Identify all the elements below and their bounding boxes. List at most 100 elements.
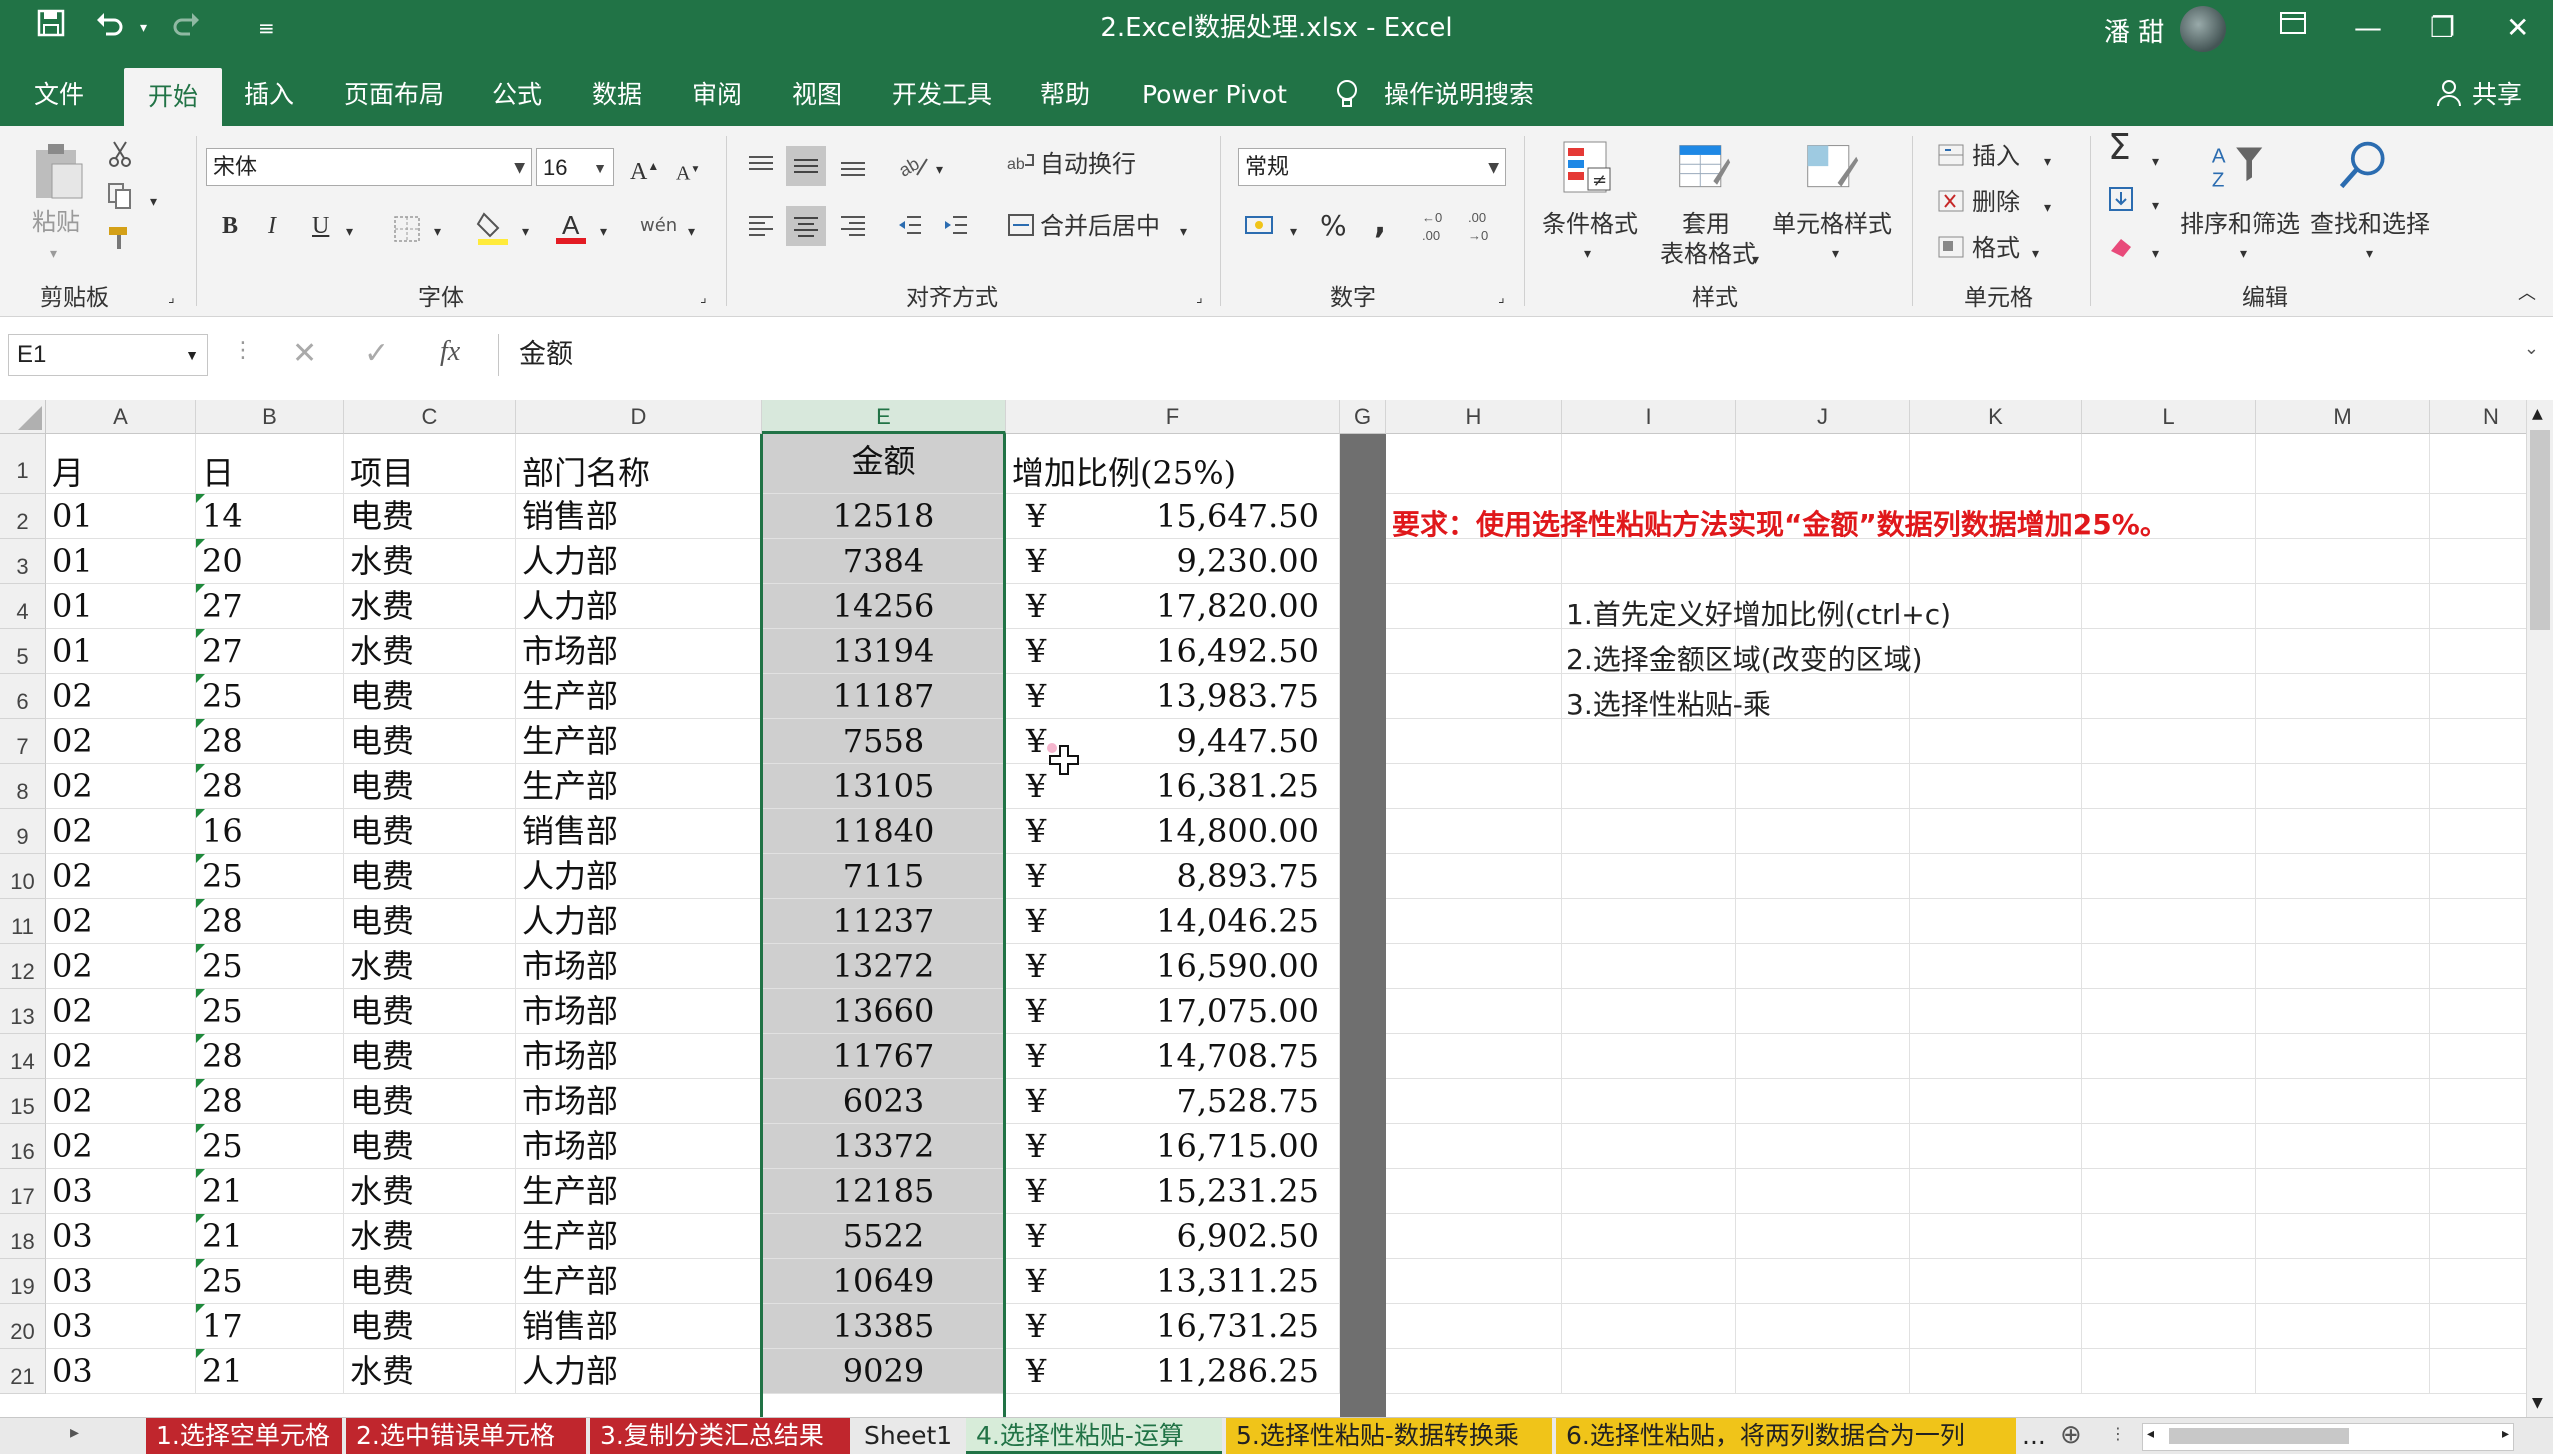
cell-i[interactable]	[1562, 1169, 1736, 1214]
cell-d[interactable]: 市场部	[516, 1034, 762, 1079]
insert-cells-icon[interactable]	[1936, 140, 1966, 170]
cell-d[interactable]: 人力部	[516, 899, 762, 944]
header-cell-e[interactable]: 金额	[762, 434, 1006, 494]
cell-f[interactable]: ¥17,820.00	[1006, 584, 1340, 629]
cell-l[interactable]	[2082, 989, 2256, 1034]
find-select-button[interactable]: 查找和选择	[2310, 208, 2430, 240]
vertical-scrollbar[interactable]: ▲ ▼	[2526, 400, 2553, 1417]
orientation-dropdown-icon[interactable]: ▾	[936, 154, 943, 186]
user-name[interactable]: 潘 甜	[2104, 12, 2164, 49]
cell-b[interactable]: 28	[196, 1079, 344, 1124]
cell-i[interactable]	[1562, 809, 1736, 854]
cell-b[interactable]: 21	[196, 1349, 344, 1394]
cell-f[interactable]: ¥7,528.75	[1006, 1079, 1340, 1124]
cell-k[interactable]	[1910, 629, 2082, 674]
sheet-tab[interactable]: Sheet1	[854, 1418, 962, 1454]
cell-m[interactable]	[2256, 674, 2430, 719]
tab-power-pivot[interactable]: Power Pivot	[1142, 78, 1287, 112]
cell-h[interactable]	[1386, 1124, 1562, 1169]
format-cells-icon[interactable]	[1936, 232, 1966, 262]
increase-decimal-icon[interactable]: ←0.00	[1418, 208, 1454, 244]
cell-j[interactable]	[1736, 539, 1910, 584]
copy-icon[interactable]	[106, 182, 134, 210]
cell-j[interactable]	[1736, 1349, 1910, 1394]
cell-c[interactable]: 水费	[344, 1169, 516, 1214]
cell-b[interactable]: 25	[196, 989, 344, 1034]
cell-e[interactable]: 6023	[762, 1079, 1006, 1124]
clear-icon[interactable]	[2106, 232, 2136, 262]
row-header[interactable]: 16	[0, 1124, 46, 1169]
italic-button[interactable]: I	[268, 210, 276, 242]
cell-d[interactable]: 销售部	[516, 1304, 762, 1349]
cell-h[interactable]	[1386, 809, 1562, 854]
cell-a[interactable]: 02	[46, 674, 196, 719]
row-header[interactable]: 7	[0, 719, 46, 764]
cell-f[interactable]: ¥16,731.25	[1006, 1304, 1340, 1349]
cell-l[interactable]	[2082, 899, 2256, 944]
cell-k[interactable]	[1910, 719, 2082, 764]
cell-k[interactable]	[1910, 1079, 2082, 1124]
scroll-up-icon[interactable]: ▲	[2532, 406, 2543, 422]
cell-d[interactable]: 销售部	[516, 809, 762, 854]
borders-dropdown-icon[interactable]: ▾	[434, 216, 441, 248]
cell-e[interactable]: 11237	[762, 899, 1006, 944]
cell-j[interactable]	[1736, 1304, 1910, 1349]
cell-c[interactable]: 电费	[344, 1079, 516, 1124]
cell-e[interactable]: 12518	[762, 494, 1006, 539]
accounting-format-icon[interactable]	[1244, 210, 1278, 242]
cell-i[interactable]	[1562, 539, 1736, 584]
row-header[interactable]: 15	[0, 1079, 46, 1124]
cell-b[interactable]: 21	[196, 1169, 344, 1214]
row-header[interactable]: 20	[0, 1304, 46, 1349]
cell-f[interactable]: ¥6,902.50	[1006, 1214, 1340, 1259]
column-header-g[interactable]: G	[1340, 400, 1386, 434]
cell-c[interactable]: 电费	[344, 494, 516, 539]
row-header[interactable]: 2	[0, 494, 46, 539]
cell-e[interactable]: 13272	[762, 944, 1006, 989]
cell-f[interactable]: ¥11,286.25	[1006, 1349, 1340, 1394]
cell-m[interactable]	[2256, 1079, 2430, 1124]
cell-d[interactable]: 人力部	[516, 854, 762, 899]
close-icon[interactable]: ✕	[2506, 8, 2529, 48]
row-header[interactable]: 9	[0, 809, 46, 854]
cell-a[interactable]: 03	[46, 1304, 196, 1349]
tab-home[interactable]: 开始	[124, 68, 223, 126]
cell-a[interactable]: 02	[46, 944, 196, 989]
column-header-m[interactable]: M	[2256, 400, 2430, 434]
cell-m[interactable]	[2256, 1349, 2430, 1394]
cell-k[interactable]	[1910, 1124, 2082, 1169]
select-all-corner[interactable]	[0, 400, 46, 434]
cell-h[interactable]	[1386, 629, 1562, 674]
row-header[interactable]: 1	[0, 434, 46, 494]
cell-l[interactable]	[2082, 539, 2256, 584]
cell-a[interactable]: 02	[46, 899, 196, 944]
cell-e[interactable]: 7115	[762, 854, 1006, 899]
row-header[interactable]: 11	[0, 899, 46, 944]
tab-file[interactable]: 文件	[34, 78, 84, 112]
sheet-tab[interactable]: 3.复制分类汇总结果	[590, 1418, 850, 1454]
cell-d[interactable]: 市场部	[516, 629, 762, 674]
header-cell-d[interactable]: 部门名称	[516, 434, 762, 494]
cell-b[interactable]: 27	[196, 629, 344, 674]
column-header-d[interactable]: D	[516, 400, 762, 434]
cell-i[interactable]	[1562, 764, 1736, 809]
cell-l[interactable]	[2082, 764, 2256, 809]
clipboard-launcher-icon[interactable]: ⌟	[168, 282, 175, 314]
cell-h[interactable]	[1386, 1079, 1562, 1124]
wrap-text-button[interactable]: 自动换行	[1040, 148, 1136, 180]
cell-e[interactable]: 11767	[762, 1034, 1006, 1079]
find-select-icon[interactable]	[2336, 138, 2392, 194]
cell-m[interactable]	[2256, 764, 2430, 809]
cell-h[interactable]	[1386, 764, 1562, 809]
cell-i[interactable]	[1562, 989, 1736, 1034]
font-size-select[interactable]: 16 ▼	[536, 148, 614, 186]
cell-a[interactable]: 02	[46, 719, 196, 764]
cell-j[interactable]	[1736, 1034, 1910, 1079]
cell-c[interactable]: 水费	[344, 944, 516, 989]
cell-e[interactable]: 12185	[762, 1169, 1006, 1214]
cell-styles-button[interactable]: 单元格样式	[1772, 208, 1892, 240]
number-launcher-icon[interactable]: ⌟	[1498, 282, 1505, 314]
column-header-l[interactable]: L	[2082, 400, 2256, 434]
cell-b[interactable]: 20	[196, 539, 344, 584]
cell-j[interactable]	[1736, 1214, 1910, 1259]
